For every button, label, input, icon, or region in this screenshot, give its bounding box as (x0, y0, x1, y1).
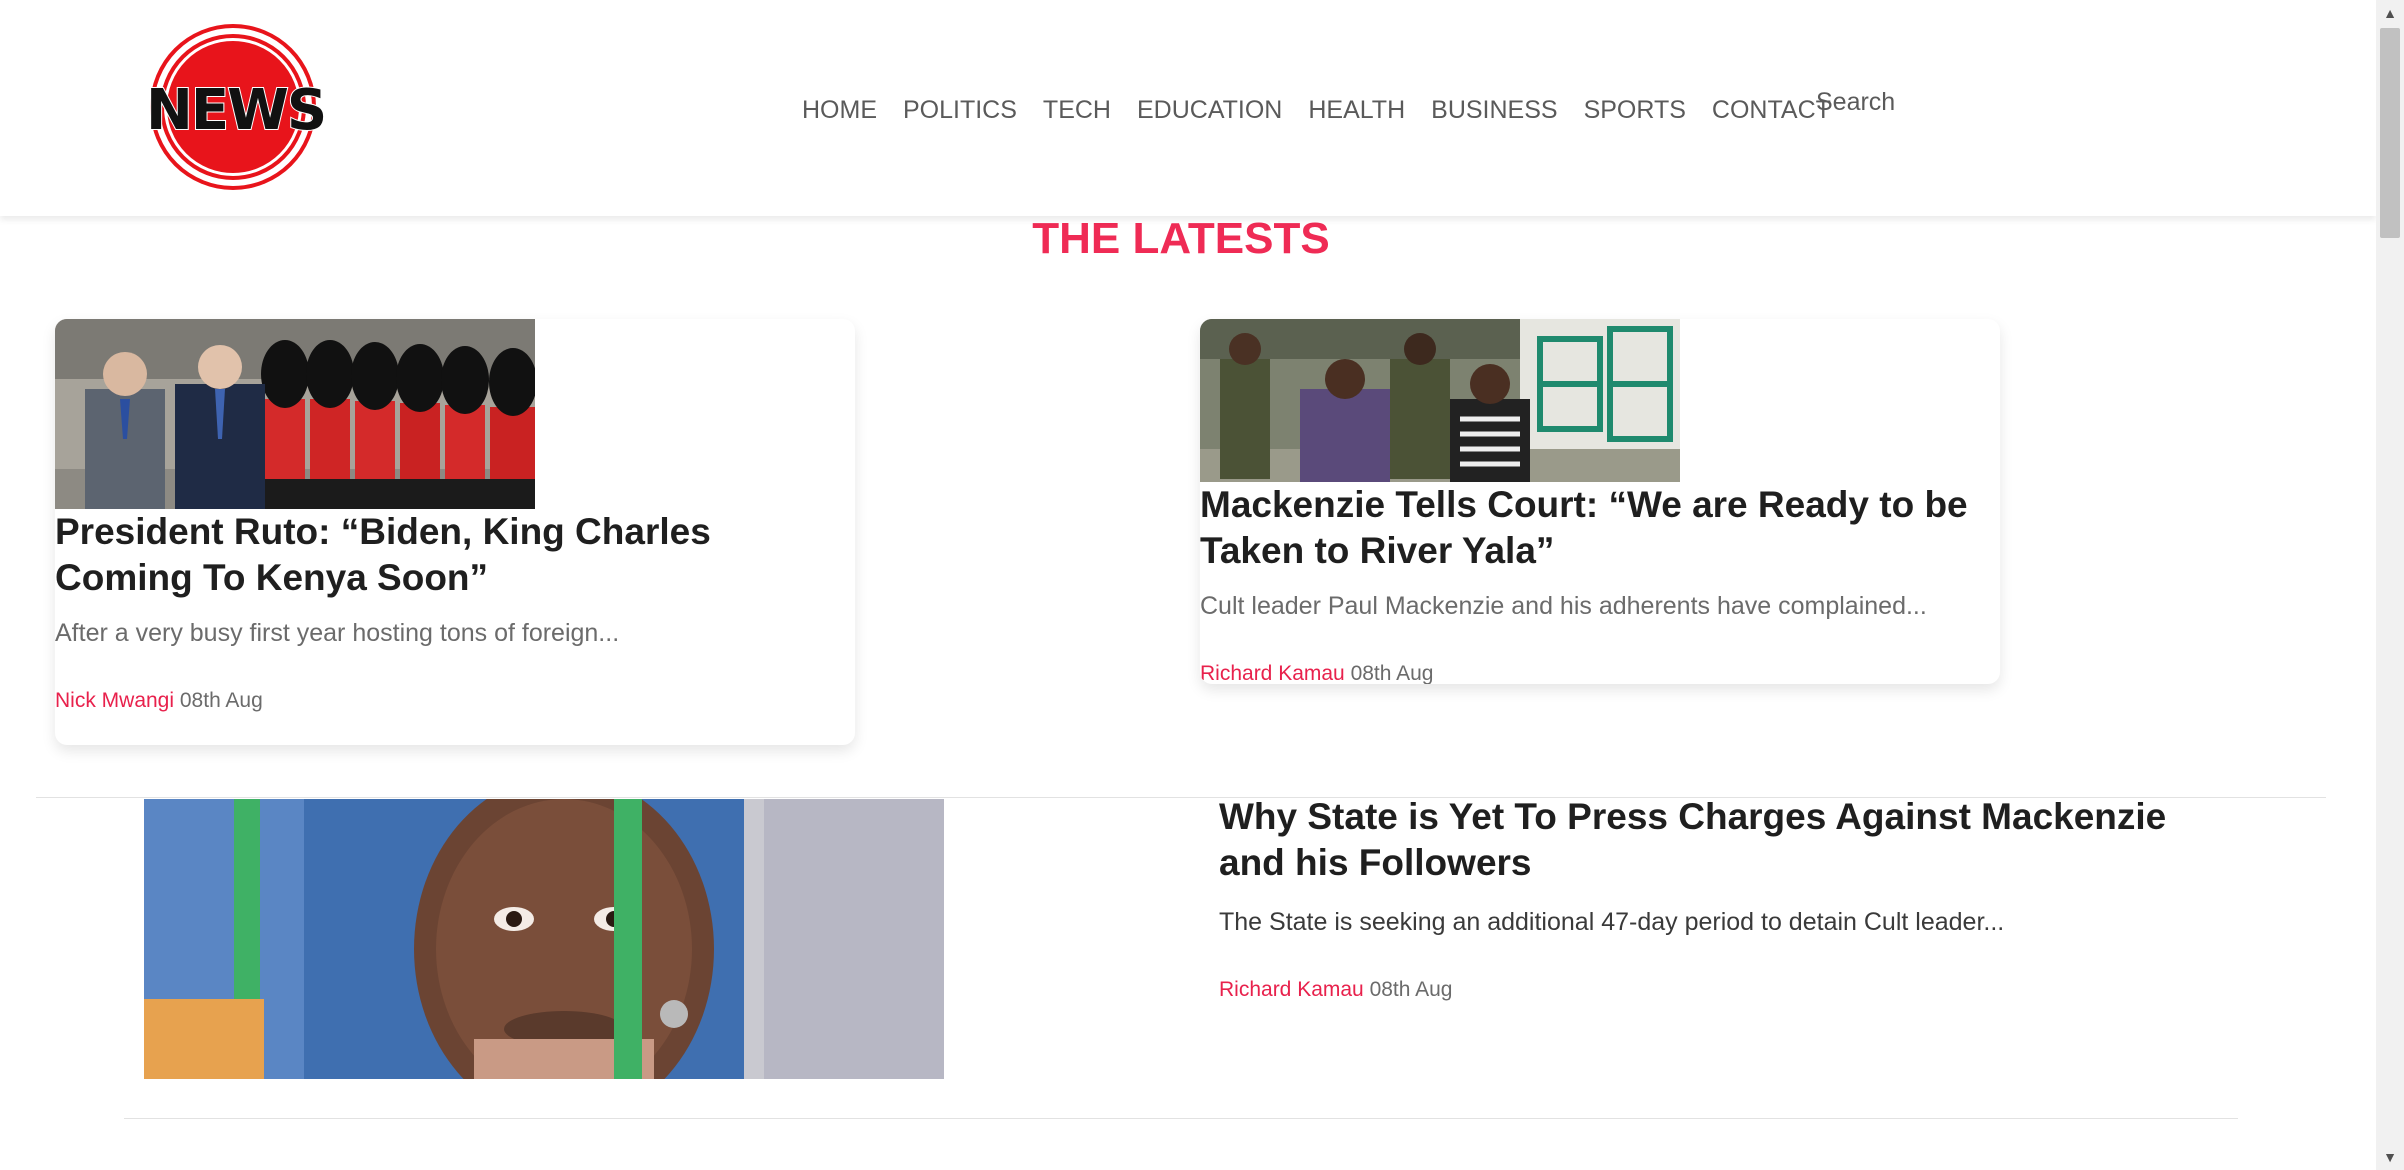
section-divider (124, 1118, 2238, 1119)
publish-date: 08th Aug (1369, 978, 1453, 1001)
author-link[interactable]: Richard Kamau (1219, 978, 1364, 1001)
logo-text: NEWS (145, 77, 328, 144)
nav-education[interactable]: EDUCATION (1137, 96, 1282, 125)
nav-home[interactable]: HOME (802, 96, 877, 125)
nav-health[interactable]: HEALTH (1308, 96, 1405, 125)
publish-date: 08th Aug (1350, 662, 1434, 684)
man-behind-bars-photo[interactable] (144, 799, 944, 1079)
court-escort-photo[interactable] (1200, 319, 1680, 482)
site-header: NEWS HOME POLITICS TECH EDUCATION HEALTH… (0, 0, 2376, 216)
card-excerpt: Cult leader Paul Mackenzie and his adher… (1200, 592, 1927, 620)
article-card[interactable]: Mackenzie Tells Court: “We are Ready to … (1200, 319, 2000, 684)
card-title[interactable]: Mackenzie Tells Court: “We are Ready to … (1200, 482, 1990, 574)
article-card[interactable]: President Ruto: “Biden, King Charles Com… (55, 319, 855, 745)
publish-date: 08th Aug (179, 689, 263, 712)
featured-meta: Richard Kamau 08th Aug (1219, 978, 1453, 1002)
triangle-up-icon[interactable]: ▲ (2376, 0, 2404, 26)
featured-excerpt: The State is seeking an additional 47-da… (1219, 908, 2005, 936)
search-link[interactable]: Search (1816, 88, 1895, 117)
featured-title[interactable]: Why State is Yet To Press Charges Agains… (1219, 794, 2219, 886)
card-meta: Richard Kamau 08th Aug (1200, 662, 1434, 684)
news-logo[interactable]: NEWS (145, 26, 328, 190)
nav-contact[interactable]: CONTACT (1712, 96, 1831, 125)
section-title: THE LATESTS (1032, 214, 1330, 263)
page-scrollbar[interactable]: ▲ ▼ (2376, 0, 2404, 1170)
card-meta: Nick Mwangi 08th Aug (55, 689, 263, 713)
author-link[interactable]: Nick Mwangi (55, 689, 174, 712)
nav-sports[interactable]: SPORTS (1584, 96, 1686, 125)
main-nav: HOME POLITICS TECH EDUCATION HEALTH BUSI… (802, 90, 1857, 130)
card-title[interactable]: President Ruto: “Biden, King Charles Com… (55, 509, 845, 601)
card-excerpt: After a very busy first year hosting ton… (55, 619, 620, 647)
scrollbar-thumb[interactable] (2380, 28, 2400, 238)
triangle-down-icon[interactable]: ▼ (2376, 1144, 2404, 1170)
nav-tech[interactable]: TECH (1043, 96, 1111, 125)
royal-guard-photo[interactable] (55, 319, 535, 509)
author-link[interactable]: Richard Kamau (1200, 662, 1345, 684)
nav-politics[interactable]: POLITICS (903, 96, 1017, 125)
nav-business[interactable]: BUSINESS (1431, 96, 1557, 125)
